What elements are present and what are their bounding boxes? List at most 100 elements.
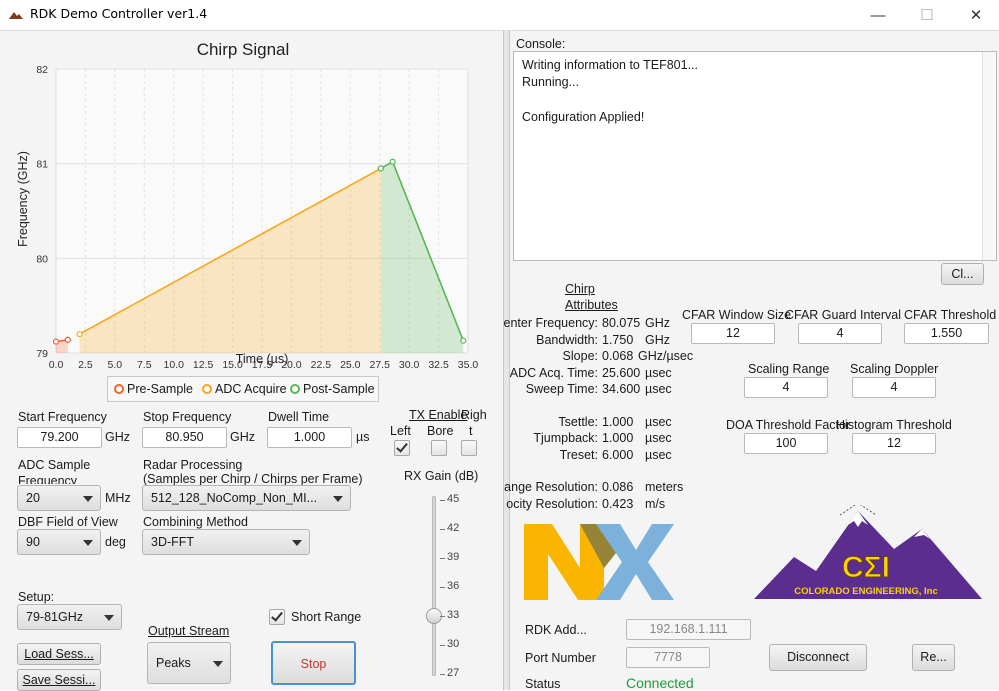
attr-value: 1.000 xyxy=(602,431,634,445)
cfar-guard-label: CFAR Guard Interval xyxy=(785,308,902,322)
chevron-down-icon xyxy=(213,661,223,667)
chevron-down-icon xyxy=(104,615,114,621)
data-point-pre-sample xyxy=(64,336,71,343)
attr-value: 6.000 xyxy=(602,447,634,462)
y-axis-label: Frequency (GHz) xyxy=(16,151,30,247)
status-value: Connected xyxy=(626,675,694,691)
adc-sample-label-b: Frequency xyxy=(18,474,78,484)
cfar-guard-input[interactable]: 4 xyxy=(798,323,882,344)
app-icon xyxy=(9,12,23,19)
stop-frequency-label: Stop Frequency xyxy=(143,410,232,424)
scaling-range-input[interactable]: 4 xyxy=(744,377,828,398)
port-number-input[interactable]: 7778 xyxy=(626,647,710,668)
attr-unit: µsec xyxy=(645,382,672,396)
start-frequency-label: Start Frequency xyxy=(18,410,107,424)
tx-bore-checkbox[interactable] xyxy=(431,440,447,456)
stop-frequency-input[interactable]: 80.950 xyxy=(142,427,227,448)
cfar-threshold-label: CFAR Threshold xyxy=(904,308,997,322)
attr-value: 34.600 xyxy=(602,382,641,396)
rx-gain-track[interactable] xyxy=(432,496,436,676)
doa-threshold-label: DOA Threshold Factor xyxy=(726,418,851,432)
attr-unit: µsec xyxy=(645,431,672,445)
dwell-time-input[interactable]: 1.000 xyxy=(267,427,352,448)
tx-bore-label: Bore xyxy=(427,424,454,438)
attr-label: ocity Resolution: xyxy=(506,496,598,511)
console-label: Console: xyxy=(516,37,566,51)
load-session-button[interactable]: Load Sess... xyxy=(17,643,101,665)
close-button[interactable]: ✕ xyxy=(953,0,999,30)
setup-select[interactable]: 79-81GHz xyxy=(17,604,122,630)
minimize-button[interactable]: — xyxy=(855,0,901,30)
scaling-doppler-label: Scaling Doppler xyxy=(850,362,939,376)
reset-button[interactable]: Re... xyxy=(912,644,955,671)
tx-enable-label: TX Enable xyxy=(409,408,468,422)
attr-value: 25.600 xyxy=(602,365,641,380)
data-point-post-sample xyxy=(460,337,467,344)
tx-right-label-b: t xyxy=(469,424,473,438)
y-ticks: 79 80 81 82 xyxy=(36,64,48,360)
attr-value: 0.086 xyxy=(602,480,634,494)
radar-processing-label-b: (Samples per Chirp / Chirps per Frame) xyxy=(143,472,363,486)
adc-sample-frequency-select[interactable]: 20 xyxy=(17,485,101,511)
x-tick-label: 10.0 xyxy=(163,359,184,371)
attr-label: ADC Acq. Time: xyxy=(509,365,598,380)
attr-label: Bandwidth: xyxy=(536,332,598,347)
console-line: Running... xyxy=(522,75,579,89)
x-tick-label: 12.5 xyxy=(193,359,214,371)
console-scrollbar[interactable] xyxy=(982,52,996,260)
x-tick-label: 35.0 xyxy=(458,359,479,371)
attr-label: Tjumpback: xyxy=(533,431,598,445)
radar-processing-select[interactable]: 512_128_NoComp_Non_MI... xyxy=(142,485,351,511)
tx-left-label: Left xyxy=(390,424,411,438)
rx-gain-tick-label: 42 xyxy=(447,522,460,534)
rx-gain-tick-label: 27 xyxy=(447,667,460,679)
attr-label: Sweep Time: xyxy=(525,382,598,396)
rx-gain-tick-label: 33 xyxy=(447,609,460,621)
console-line: Writing information to TEF801... xyxy=(522,58,699,72)
scaling-doppler-input[interactable]: 4 xyxy=(852,377,936,398)
chirp-attributes-title-b: Attributes xyxy=(565,298,618,312)
setup-label: Setup: xyxy=(18,590,55,604)
left-pane: Chirp Signal 0.0 2.5 5.0 7.5 10.0 12.5 15.0 17.… xyxy=(0,30,503,691)
attr-unit: GHz/µsec xyxy=(638,349,694,363)
console-textarea[interactable]: Writing information to TEF801... Running… xyxy=(513,51,997,261)
histogram-threshold-input[interactable]: 12 xyxy=(852,433,936,454)
attr-value: 1.750 xyxy=(602,332,634,347)
attr-value: 80.075 xyxy=(602,316,641,330)
dbf-fov-select[interactable]: 90 xyxy=(17,529,101,555)
pane-divider[interactable] xyxy=(503,30,510,690)
tx-right-checkbox[interactable] xyxy=(461,440,477,456)
title-bar: RDK Demo Controller ver1.4 — ☐ ✕ xyxy=(0,0,999,30)
legend-post-sample-marker xyxy=(290,384,300,394)
stop-button[interactable]: Stop xyxy=(271,641,356,685)
clear-console-button[interactable]: Cl... xyxy=(941,263,984,285)
output-stream-select[interactable]: Peaks xyxy=(147,642,231,684)
combining-method-select[interactable]: 3D-FFT xyxy=(142,529,310,555)
x-tick-label: 30.0 xyxy=(399,359,420,371)
x-tick-label: 0.0 xyxy=(49,359,64,371)
cei-mark: CΣI xyxy=(842,551,890,584)
cfar-threshold-input[interactable]: 1.550 xyxy=(904,323,989,344)
save-session-button[interactable]: Save Sessi... xyxy=(17,669,101,691)
rdk-address-input[interactable]: 192.168.1.111 xyxy=(626,619,751,640)
disconnect-button[interactable]: Disconnect xyxy=(769,644,867,671)
start-frequency-unit: GHz xyxy=(105,430,130,444)
cfar-window-input[interactable]: 12 xyxy=(691,323,775,344)
start-frequency-input[interactable]: 79.200 xyxy=(17,427,102,448)
rx-gain-tick xyxy=(440,674,445,675)
legend-adc-acquire-marker xyxy=(202,384,212,394)
rx-gain-tick-label: 36 xyxy=(447,580,460,592)
short-range-checkbox[interactable] xyxy=(269,609,285,625)
legend-post-sample: Post-Sample xyxy=(303,382,375,396)
output-stream-label: Output Stream xyxy=(148,624,230,638)
x-tick-label: 5.0 xyxy=(108,359,123,371)
doa-threshold-input[interactable]: 100 xyxy=(744,433,828,454)
maximize-button[interactable]: ☐ xyxy=(904,0,950,30)
x-tick-label: 7.5 xyxy=(137,359,152,371)
tx-left-checkbox[interactable] xyxy=(394,440,410,456)
attr-label: ange Resolution: xyxy=(504,480,598,494)
x-axis-label: Time (µs) xyxy=(236,352,289,366)
rx-gain-tick xyxy=(440,616,445,617)
attr-label: Slope: xyxy=(562,349,598,363)
y-tick-label: 79 xyxy=(36,348,48,360)
